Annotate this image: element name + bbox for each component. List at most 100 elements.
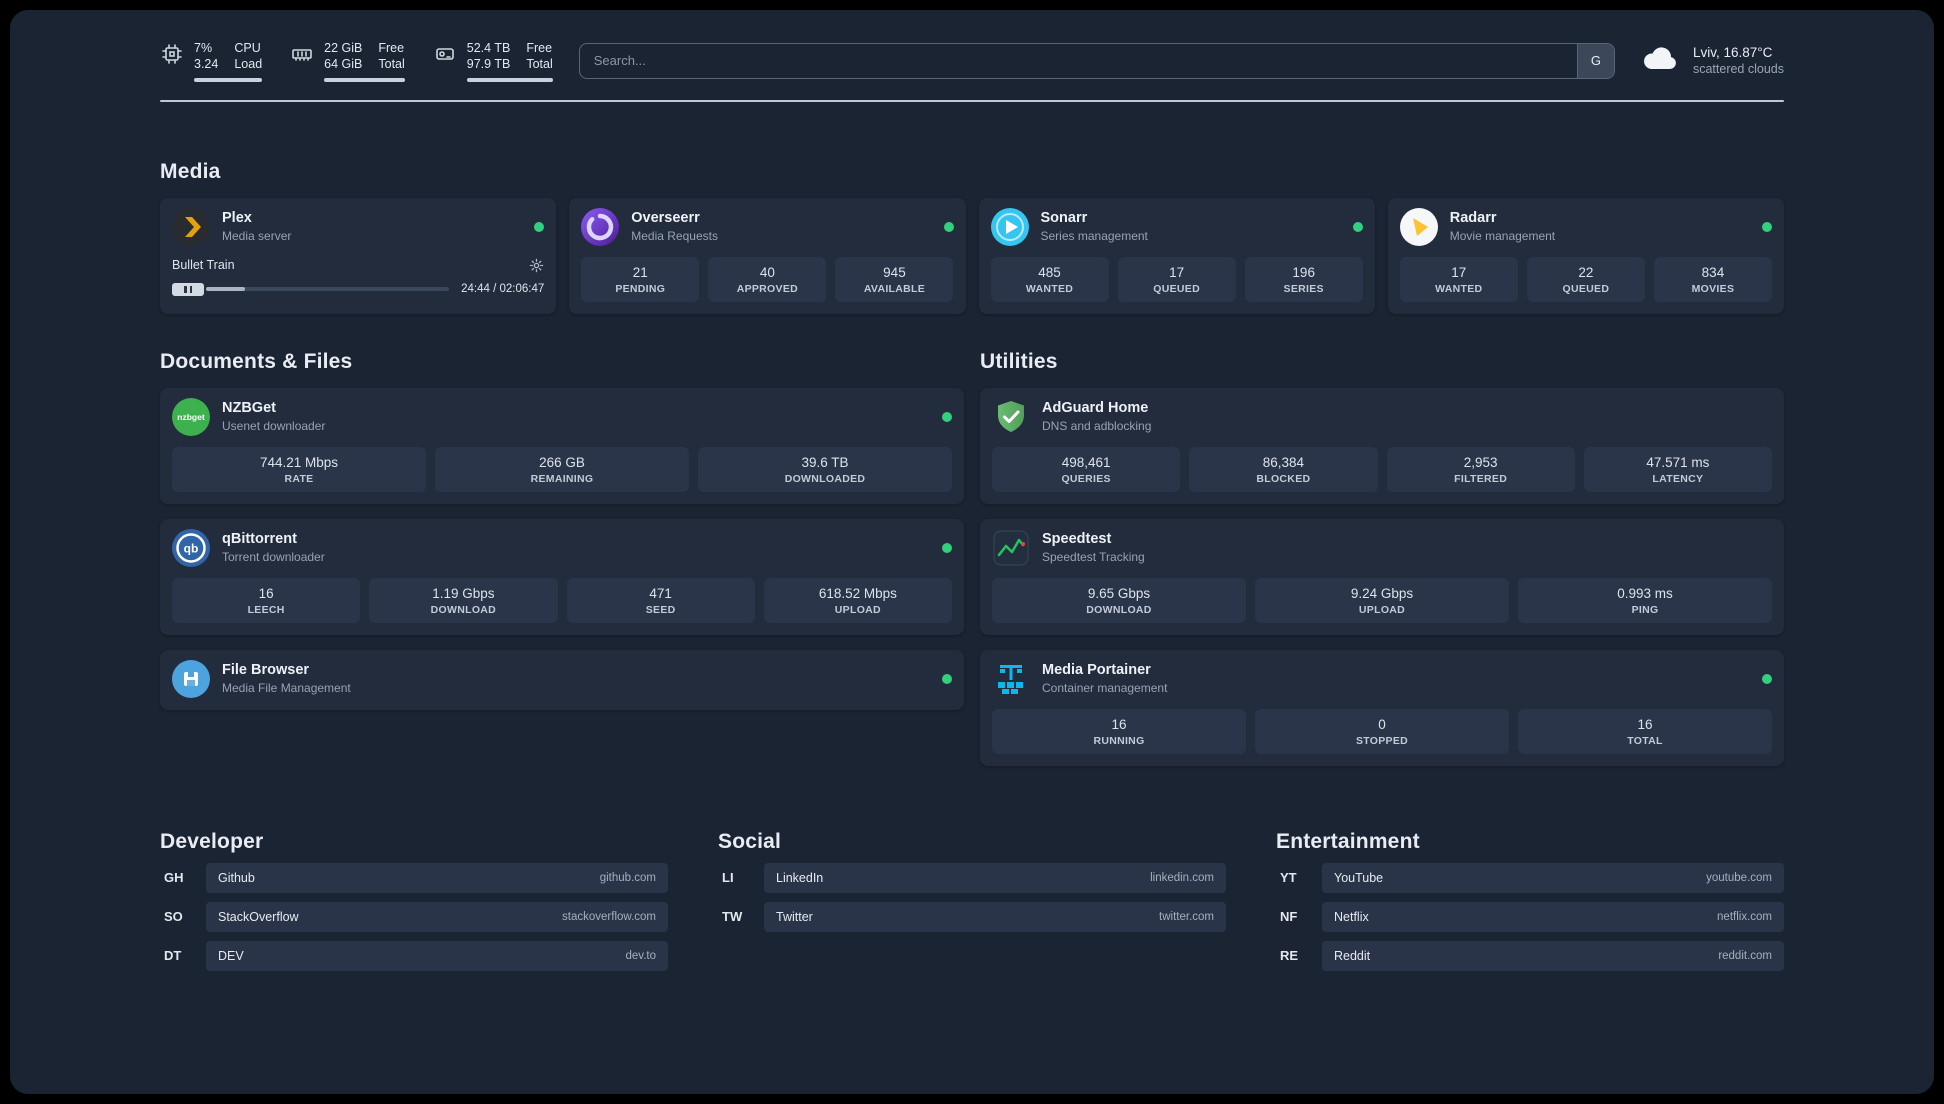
- bookmarks: Developer GH Github github.com SO StackO…: [160, 830, 1784, 1011]
- stat-pending: 21 PENDING: [581, 256, 700, 302]
- service-card-filebrowser[interactable]: File Browser Media File Management: [160, 649, 964, 710]
- stat-blocked: 86,384 BLOCKED: [1189, 446, 1378, 492]
- bookmark-domain: youtube.com: [1706, 871, 1772, 884]
- service-name: Media Portainer: [1042, 662, 1151, 678]
- svg-text:nzbget: nzbget: [177, 412, 205, 422]
- bookmark-domain: stackoverflow.com: [562, 910, 656, 923]
- bookmark-stackoverflow[interactable]: SO StackOverflow stackoverflow.com: [160, 901, 668, 932]
- bookmark-abbr: GH: [164, 870, 184, 885]
- service-subtitle: Series management: [1040, 229, 1148, 243]
- service-card-adguard[interactable]: AdGuard Home DNS and adblocking 498,461 …: [980, 387, 1784, 504]
- service-name: Sonarr: [1040, 210, 1088, 226]
- service-card-portainer[interactable]: Media Portainer Container management 16 …: [980, 649, 1784, 766]
- speedtest-icon: [992, 529, 1030, 567]
- service-card-overseerr[interactable]: Overseerr Media Requests 21 PENDING 40 A…: [569, 197, 966, 314]
- overseerr-icon: [581, 207, 620, 246]
- bookmark-heading-social: Social: [718, 829, 782, 853]
- service-subtitle: Media server: [222, 229, 292, 243]
- stat-wanted: 17 WANTED: [1399, 256, 1518, 302]
- svg-text:qb: qb: [184, 541, 199, 555]
- bookmark-netflix[interactable]: NF Netflix netflix.com: [1276, 901, 1784, 932]
- stat-movies: 834 MOVIES: [1653, 256, 1772, 302]
- filebrowser-icon: [172, 659, 210, 698]
- adguard-icon: [992, 398, 1030, 436]
- bookmark-domain: twitter.com: [1159, 910, 1214, 923]
- stat-queued: 22 QUEUED: [1526, 256, 1645, 302]
- stat-filtered: 2,953 FILTERED: [1386, 446, 1575, 492]
- stat-leech: 16 LEECH: [172, 577, 361, 623]
- stat-upload: 9.24 Gbps UPLOAD: [1255, 577, 1509, 623]
- gear-icon[interactable]: [529, 258, 544, 273]
- disk-free-label: Free: [526, 41, 553, 55]
- cpu-percent: 7%: [194, 41, 213, 55]
- memory-free-value: 22 GiB: [324, 41, 363, 55]
- service-name: AdGuard Home: [1042, 400, 1149, 416]
- bookmark-name: Github: [218, 870, 255, 885]
- cpu-widget: 7% 3.24 CPU Load: [160, 40, 263, 82]
- weather-location: Lviv, 16.87°C: [1692, 45, 1773, 61]
- portainer-icon: [992, 660, 1030, 698]
- stat-remaining: 266 GB REMAINING: [435, 446, 689, 492]
- service-subtitle: Speedtest Tracking: [1042, 550, 1145, 564]
- bookmark-youtube[interactable]: YT YouTube youtube.com: [1276, 862, 1784, 893]
- cpu-label: CPU: [234, 41, 261, 55]
- stat-downloaded: 39.6 TB DOWNLOADED: [698, 446, 952, 492]
- service-name: Radarr: [1449, 210, 1497, 226]
- service-name: Plex: [222, 210, 252, 226]
- bookmark-twitter[interactable]: TW Twitter twitter.com: [718, 901, 1226, 932]
- service-name: File Browser: [222, 662, 310, 678]
- playback-time: 24:44 / 02:06:47: [461, 283, 545, 295]
- memory-widget: 22 GiB 64 GiB Free Total: [290, 40, 405, 82]
- status-dot: [943, 221, 954, 232]
- bookmark-abbr: SO: [164, 909, 183, 924]
- service-card-sonarr[interactable]: Sonarr Series management 485 WANTED 17 Q…: [978, 197, 1375, 314]
- bookmark-abbr: LI: [722, 870, 734, 885]
- bookmark-abbr: DT: [164, 948, 182, 963]
- bookmark-domain: netflix.com: [1717, 910, 1772, 923]
- playback-progress-bar[interactable]: [206, 287, 450, 291]
- search-input[interactable]: [578, 42, 1615, 79]
- disk-usage-bar: [466, 77, 553, 82]
- disk-total-label: Total: [526, 57, 553, 72]
- stat-queries: 498,461 QUERIES: [992, 446, 1181, 492]
- search-provider-button[interactable]: G: [1576, 43, 1614, 78]
- stat-queued: 17 QUEUED: [1117, 256, 1236, 302]
- bookmark-github[interactable]: GH Github github.com: [160, 862, 668, 893]
- bookmark-abbr: YT: [1280, 870, 1297, 885]
- bookmark-name: Netflix: [1334, 909, 1369, 924]
- ram-icon: [290, 42, 314, 66]
- bookmark-reddit[interactable]: RE Reddit reddit.com: [1276, 940, 1784, 971]
- bookmark-abbr: TW: [722, 909, 743, 924]
- bookmark-linkedin[interactable]: LI LinkedIn linkedin.com: [718, 862, 1226, 893]
- bookmark-dev[interactable]: DT DEV dev.to: [160, 940, 668, 971]
- bookmark-domain: linkedin.com: [1150, 871, 1214, 884]
- bookmark-name: LinkedIn: [776, 870, 824, 885]
- sonarr-icon: [990, 207, 1029, 246]
- bookmark-name: Twitter: [776, 909, 813, 924]
- service-subtitle: DNS and adblocking: [1042, 419, 1152, 433]
- status-dot: [942, 542, 952, 553]
- service-card-nzbget[interactable]: nzbget NZBGet Usenet downloader 744.21 M…: [160, 387, 964, 504]
- memory-total-label: Total: [378, 57, 405, 72]
- service-card-radarr[interactable]: Radarr Movie management 17 WANTED 22 QUE…: [1387, 197, 1784, 314]
- status-dot: [942, 411, 952, 422]
- cpu-chip-icon: [160, 42, 184, 66]
- bookmark-heading-entertainment: Entertainment: [1276, 829, 1420, 853]
- service-subtitle: Usenet downloader: [222, 419, 326, 433]
- nzbget-icon: nzbget: [172, 397, 210, 436]
- service-subtitle: Media Requests: [631, 229, 718, 243]
- memory-usage-bar: [324, 77, 405, 82]
- service-card-qbittorrent[interactable]: qb qBittorrent Torrent downloader 16 LEE…: [160, 518, 964, 635]
- cpu-load-value: 3.24: [194, 57, 219, 72]
- stat-download: 1.19 Gbps DOWNLOAD: [369, 577, 558, 623]
- stat-seed: 471 SEED: [566, 577, 755, 623]
- service-subtitle: Movie management: [1449, 229, 1556, 243]
- service-name: qBittorrent: [222, 531, 297, 547]
- search-bar: G: [578, 42, 1615, 79]
- pause-button[interactable]: [172, 282, 204, 296]
- now-playing-title: Bullet Train: [172, 258, 235, 272]
- service-card-plex[interactable]: Plex Media server Bullet Train 24:44 / 0…: [160, 197, 557, 314]
- service-card-speedtest[interactable]: Speedtest Speedtest Tracking 9.65 Gbps D…: [980, 518, 1784, 635]
- cloud-icon: [1641, 44, 1681, 77]
- bookmark-name: Reddit: [1334, 948, 1371, 963]
